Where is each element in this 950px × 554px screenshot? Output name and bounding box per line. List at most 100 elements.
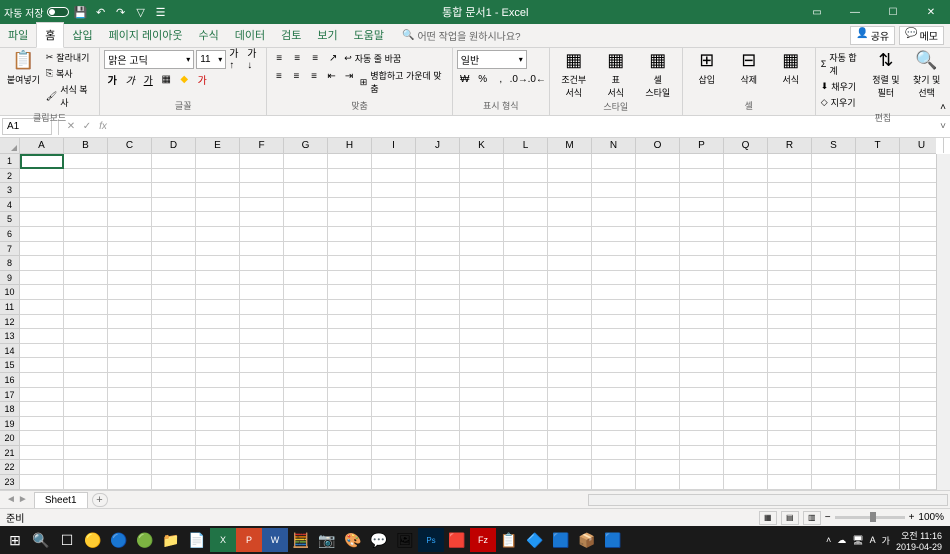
cell[interactable] [328,256,372,271]
cell[interactable] [460,227,504,242]
cell[interactable] [592,431,636,446]
cell[interactable] [328,446,372,461]
cell[interactable] [416,373,460,388]
cell[interactable] [152,431,196,446]
cell[interactable] [372,198,416,213]
cell[interactable] [152,446,196,461]
cell[interactable] [152,285,196,300]
cell[interactable] [328,460,372,475]
wrap-text-button[interactable]: ↩자동 줄 바꿈 [343,50,402,66]
cell[interactable] [196,242,240,257]
cell[interactable] [724,300,768,315]
cell[interactable] [768,183,812,198]
cell[interactable] [768,373,812,388]
cell[interactable] [504,373,548,388]
cell[interactable] [152,460,196,475]
cell[interactable] [856,154,900,169]
cell[interactable] [724,460,768,475]
cell[interactable] [240,446,284,461]
cell[interactable] [856,169,900,184]
cell[interactable] [152,271,196,286]
cell[interactable] [680,417,724,432]
tab-view[interactable]: 보기 [309,23,345,47]
cell[interactable] [548,373,592,388]
cell[interactable] [108,329,152,344]
collapse-ribbon-icon[interactable]: ˄ [940,102,946,113]
cell[interactable] [416,475,460,490]
column-header[interactable]: D [152,138,196,153]
column-header[interactable]: T [856,138,900,153]
cell[interactable] [240,183,284,198]
cell[interactable] [856,475,900,490]
cell[interactable] [460,212,504,227]
cell[interactable] [196,431,240,446]
row-header[interactable]: 1 [0,154,19,169]
border-button[interactable]: ▦ [158,71,174,87]
cell[interactable] [328,300,372,315]
cell[interactable] [328,183,372,198]
cell[interactable] [856,183,900,198]
cell[interactable] [328,402,372,417]
cell[interactable] [680,460,724,475]
cell[interactable] [64,431,108,446]
cell[interactable] [372,285,416,300]
underline-button[interactable]: 가 [140,71,156,87]
cell[interactable] [372,373,416,388]
cell[interactable] [636,388,680,403]
cell[interactable] [460,417,504,432]
cell[interactable] [680,373,724,388]
cell[interactable] [284,417,328,432]
cell[interactable] [856,388,900,403]
cell[interactable] [504,315,548,330]
cell[interactable] [768,402,812,417]
font-size-combo[interactable]: 11▾ [196,50,226,69]
cell[interactable] [460,183,504,198]
cell[interactable] [768,242,812,257]
cell[interactable] [64,344,108,359]
cell[interactable] [768,212,812,227]
maximize-button[interactable]: ☐ [878,2,908,22]
cell[interactable] [152,242,196,257]
cell[interactable] [592,388,636,403]
cell[interactable] [548,212,592,227]
add-sheet-button[interactable]: + [92,493,108,507]
cell[interactable] [636,183,680,198]
cell[interactable] [768,446,812,461]
cell[interactable] [856,402,900,417]
cell[interactable] [812,358,856,373]
cell[interactable] [460,285,504,300]
column-header[interactable]: R [768,138,812,153]
tray-ime2-icon[interactable]: 가 [882,534,890,547]
cell[interactable] [372,212,416,227]
cell[interactable] [240,373,284,388]
cell[interactable] [416,417,460,432]
cell[interactable] [768,154,812,169]
cell[interactable] [240,358,284,373]
delete-cells-button[interactable]: ⊟삭제 [729,50,769,86]
cell[interactable] [416,256,460,271]
cell[interactable] [20,315,64,330]
cell[interactable] [328,242,372,257]
row-header[interactable]: 11 [0,300,19,315]
cell[interactable] [20,417,64,432]
cell[interactable] [548,183,592,198]
cell[interactable] [768,431,812,446]
sheet-tab[interactable]: Sheet1 [34,492,88,508]
cell[interactable] [284,358,328,373]
cell[interactable] [680,446,724,461]
cell[interactable] [328,212,372,227]
cell[interactable] [548,329,592,344]
row-header[interactable]: 16 [0,373,19,388]
cell[interactable] [460,402,504,417]
row-header[interactable]: 8 [0,256,19,271]
column-header[interactable]: G [284,138,328,153]
cell[interactable] [328,388,372,403]
horizontal-scrollbar[interactable] [588,494,948,506]
cell[interactable] [108,212,152,227]
cell[interactable] [504,154,548,169]
formula-input[interactable] [111,119,936,134]
cell[interactable] [20,183,64,198]
tab-help[interactable]: 도움말 [346,23,392,47]
cell[interactable] [240,271,284,286]
column-header[interactable]: B [64,138,108,153]
